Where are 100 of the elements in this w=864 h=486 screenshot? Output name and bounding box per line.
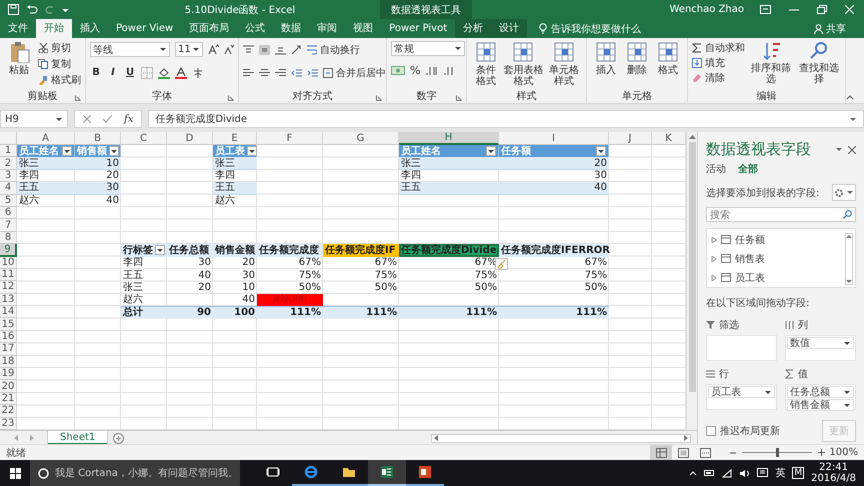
row-header[interactable]: 3 bbox=[0, 170, 17, 182]
row-header[interactable]: 12 bbox=[0, 281, 17, 294]
header-cell[interactable]: 行标签 bbox=[121, 244, 167, 257]
restore-icon[interactable] bbox=[817, 5, 827, 14]
ribbon-tab[interactable]: Power View bbox=[108, 19, 182, 38]
filter-button[interactable] bbox=[109, 146, 119, 156]
filter-button[interactable] bbox=[247, 146, 257, 156]
format-button[interactable]: U bbox=[124, 67, 136, 78]
wifi-icon[interactable] bbox=[722, 468, 732, 478]
row-header[interactable]: 22 bbox=[0, 405, 17, 418]
notification-icon[interactable] bbox=[757, 468, 768, 478]
align-bottom-icon[interactable] bbox=[275, 44, 286, 54]
clipboard-button[interactable]: 格式刷 bbox=[38, 73, 81, 86]
shrink-font-icon[interactable] bbox=[224, 44, 234, 55]
expand-arrow-icon[interactable] bbox=[711, 256, 717, 262]
ribbon-tab[interactable]: 分析 bbox=[455, 19, 492, 38]
ime-mode-button[interactable]: M bbox=[792, 467, 804, 479]
name-box[interactable]: H9 bbox=[0, 110, 68, 128]
field-chip[interactable]: 数值 bbox=[787, 337, 854, 349]
row-header[interactable]: 15 bbox=[0, 318, 17, 331]
row-header[interactable]: 21 bbox=[0, 392, 17, 406]
scroll-down-icon[interactable] bbox=[846, 280, 852, 284]
expand-arrow-icon[interactable] bbox=[711, 236, 717, 242]
grow-font-icon[interactable] bbox=[208, 44, 219, 55]
filter-button[interactable] bbox=[486, 146, 496, 156]
align-center-icon[interactable] bbox=[259, 68, 270, 78]
edit-button[interactable]: 清除 bbox=[692, 71, 745, 84]
enter-icon[interactable] bbox=[103, 115, 112, 123]
caret-icon[interactable] bbox=[835, 146, 843, 153]
field-chip[interactable]: 任务总额 bbox=[787, 386, 854, 398]
column-header[interactable]: E bbox=[213, 132, 257, 145]
increase-decimal-icon[interactable] bbox=[425, 65, 438, 76]
row-header[interactable]: 6 bbox=[0, 206, 17, 220]
format-button[interactable]: B bbox=[90, 67, 102, 78]
ribbon-tab[interactable]: 开始 bbox=[36, 19, 72, 38]
percent-button[interactable]: % bbox=[410, 64, 420, 77]
ribbon-tab[interactable]: 公式 bbox=[237, 19, 274, 38]
edit-button[interactable]: 填充 bbox=[692, 56, 745, 69]
field-item[interactable]: 销售表 bbox=[735, 252, 765, 266]
format-button[interactable]: I bbox=[107, 67, 119, 78]
chevron-up-icon[interactable] bbox=[689, 470, 698, 476]
row-header[interactable]: 14 bbox=[0, 306, 17, 318]
column-header[interactable]: G bbox=[323, 132, 399, 145]
field-item[interactable]: 员工表 bbox=[735, 270, 765, 284]
share-button[interactable]: 共享 bbox=[810, 20, 850, 38]
column-header[interactable]: K bbox=[652, 132, 686, 145]
zoom-in-icon[interactable] bbox=[818, 449, 826, 456]
zoom-slider-thumb[interactable] bbox=[776, 448, 780, 457]
ribbon-button[interactable]: 条件格式 bbox=[471, 41, 501, 90]
border-icon[interactable] bbox=[141, 66, 153, 78]
column-header[interactable]: C bbox=[121, 132, 167, 145]
paste-button[interactable]: 粘贴 bbox=[4, 41, 34, 90]
windows-logo-icon[interactable] bbox=[10, 468, 20, 478]
ribbon-tab[interactable]: 插入 bbox=[72, 19, 108, 38]
row-header[interactable]: 8 bbox=[0, 232, 17, 244]
pane-tab[interactable]: 活动 bbox=[706, 162, 726, 176]
expand-arrow-icon[interactable] bbox=[711, 274, 717, 280]
scroll-up-icon[interactable] bbox=[846, 234, 852, 238]
tell-me-field[interactable]: 告诉我你想要做什么 bbox=[551, 22, 642, 36]
align-right-icon[interactable] bbox=[275, 68, 286, 78]
ribbon-tab[interactable]: 文件 bbox=[0, 19, 36, 38]
filter-button[interactable] bbox=[596, 146, 606, 156]
field-chip[interactable]: 员工表 bbox=[708, 386, 775, 398]
dialog-launcher-icon[interactable] bbox=[75, 95, 81, 101]
save-icon[interactable] bbox=[8, 4, 19, 15]
ribbon-tab[interactable]: 数据 bbox=[273, 19, 310, 38]
cancel-icon[interactable] bbox=[83, 115, 91, 123]
ribbon-button[interactable]: 插入 bbox=[591, 41, 621, 90]
field-chip[interactable]: 销售金额 bbox=[787, 399, 854, 411]
checkbox[interactable] bbox=[706, 426, 716, 436]
row-header[interactable]: 11 bbox=[0, 268, 17, 282]
row-header[interactable]: 17 bbox=[0, 343, 17, 356]
font-name-field[interactable]: 等线 bbox=[90, 42, 170, 57]
column-header[interactable]: A bbox=[17, 132, 75, 145]
ribbon-tab[interactable]: 视图 bbox=[345, 19, 382, 38]
battery-icon[interactable] bbox=[704, 469, 716, 477]
scroll-thumb[interactable] bbox=[688, 142, 696, 392]
row-header[interactable]: 10 bbox=[0, 256, 17, 269]
view-button[interactable] bbox=[650, 445, 672, 460]
horizontal-scrollbar[interactable] bbox=[431, 434, 691, 442]
add-sheet-icon[interactable] bbox=[113, 432, 124, 444]
wrap-text-button[interactable]: 自动换行 bbox=[307, 43, 360, 56]
row-header[interactable]: 1 bbox=[0, 145, 17, 158]
ribbon-tab[interactable]: Power Pivot bbox=[381, 19, 456, 38]
row-header[interactable]: 23 bbox=[0, 418, 17, 430]
filter-button[interactable] bbox=[62, 146, 72, 156]
column-header[interactable]: H bbox=[399, 132, 499, 145]
ribbon-button[interactable]: 套用表格格式 bbox=[502, 41, 545, 90]
search-field[interactable]: 搜索 bbox=[706, 207, 856, 222]
row-header[interactable]: 20 bbox=[0, 380, 17, 393]
field-item[interactable]: 任务额 bbox=[735, 232, 765, 246]
column-header[interactable]: J bbox=[609, 132, 652, 145]
row-header[interactable]: 19 bbox=[0, 368, 17, 380]
dialog-launcher-icon[interactable] bbox=[376, 95, 382, 101]
align-left-icon[interactable] bbox=[243, 68, 254, 78]
fill-color-icon[interactable] bbox=[158, 66, 170, 78]
row-header[interactable]: 5 bbox=[0, 194, 17, 207]
pane-tab[interactable]: 全部 bbox=[738, 162, 758, 176]
align-middle-icon[interactable] bbox=[259, 44, 270, 54]
row-header[interactable]: 16 bbox=[0, 330, 17, 344]
